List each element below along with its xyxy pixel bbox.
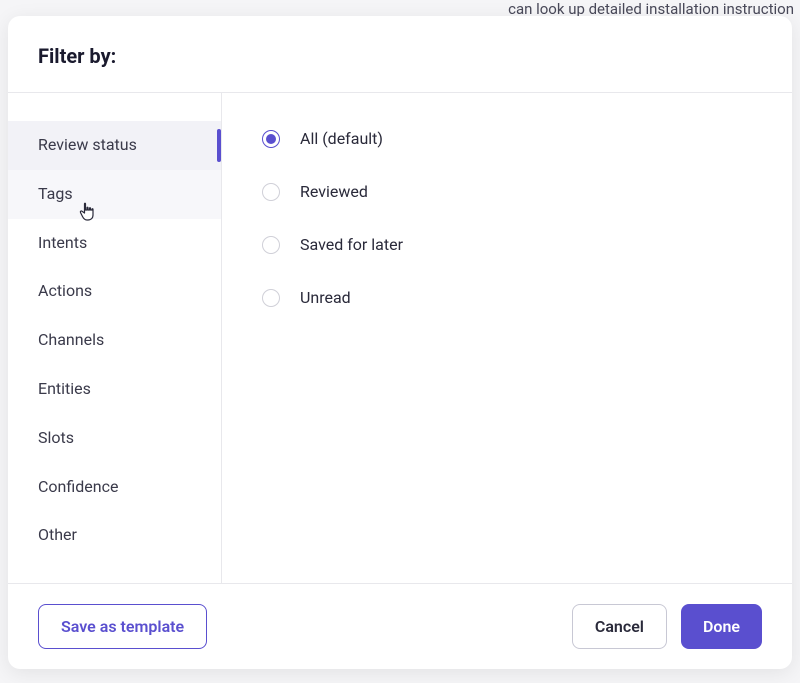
sidebar-item-other[interactable]: Other [8,511,221,560]
radio-option-reviewed[interactable]: Reviewed [262,182,752,201]
sidebar-item-channels[interactable]: Channels [8,316,221,365]
filter-modal: Filter by: Review status Tags Intents Ac… [8,16,792,669]
footer-actions: Cancel Done [572,604,762,649]
modal-header: Filter by: [8,16,792,93]
radio-label: Reviewed [300,182,368,201]
radio-icon [262,130,280,148]
sidebar-item-slots[interactable]: Slots [8,414,221,463]
save-as-template-button[interactable]: Save as template [38,604,207,649]
sidebar-item-confidence[interactable]: Confidence [8,463,221,512]
modal-body: Review status Tags Intents Actions Chann… [8,93,792,583]
radio-label: Unread [300,288,351,307]
filter-options-panel: All (default) Reviewed Saved for later U… [222,93,792,583]
radio-option-unread[interactable]: Unread [262,288,752,307]
modal-title: Filter by: [38,44,762,68]
modal-footer: Save as template Cancel Done [8,583,792,669]
review-status-radio-group: All (default) Reviewed Saved for later U… [262,129,752,307]
radio-icon [262,289,280,307]
radio-icon [262,183,280,201]
sidebar-item-actions[interactable]: Actions [8,267,221,316]
filter-category-sidebar: Review status Tags Intents Actions Chann… [8,93,222,583]
radio-label: Saved for later [300,235,403,254]
done-button[interactable]: Done [681,604,762,649]
radio-option-saved-for-later[interactable]: Saved for later [262,235,752,254]
cancel-button[interactable]: Cancel [572,604,667,649]
sidebar-item-review-status[interactable]: Review status [8,121,221,170]
radio-label: All (default) [300,129,383,148]
sidebar-item-intents[interactable]: Intents [8,219,221,268]
sidebar-item-entities[interactable]: Entities [8,365,221,414]
radio-option-all[interactable]: All (default) [262,129,752,148]
radio-icon [262,236,280,254]
sidebar-item-tags[interactable]: Tags [8,170,221,219]
